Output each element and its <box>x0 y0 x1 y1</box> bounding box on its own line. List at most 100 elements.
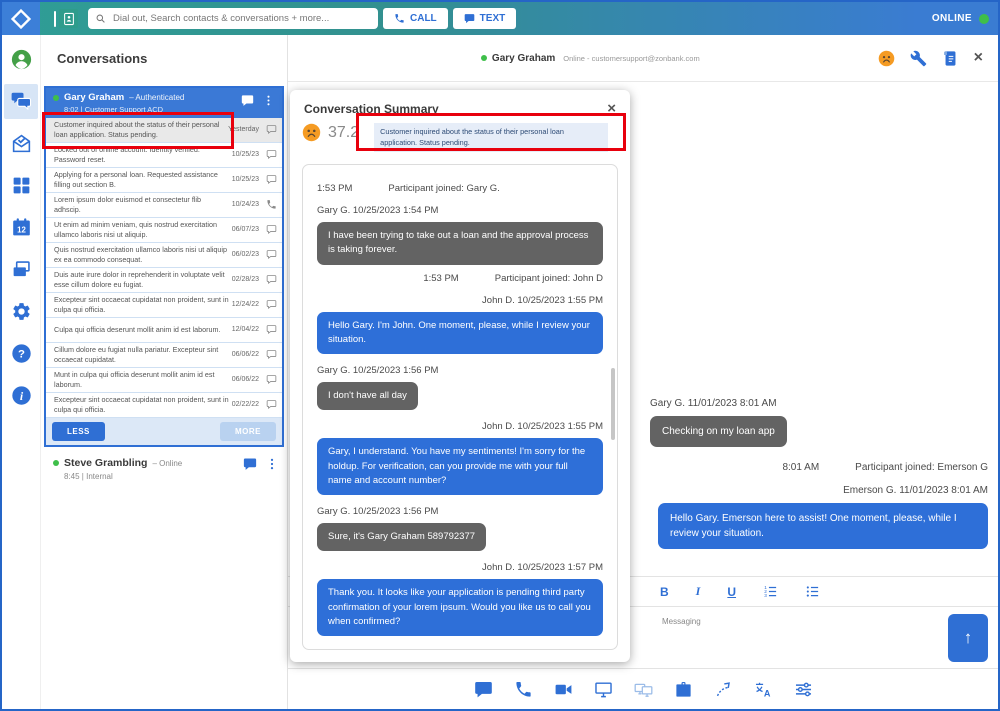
bullet-list-button[interactable] <box>805 584 820 599</box>
message-input[interactable] <box>660 615 938 660</box>
scrollbar-thumb[interactable] <box>611 368 615 440</box>
sidebar-item-info[interactable]: i <box>4 378 38 413</box>
escalate-button[interactable] <box>714 680 733 699</box>
phone-icon <box>266 199 277 210</box>
message-bubble: Hello Gary. I'm John. One moment, please… <box>317 312 603 355</box>
agent-status[interactable]: ONLINE <box>932 13 989 24</box>
conversation-list-item[interactable]: Steve Grambling – Online 8:45 | Internal <box>41 447 287 489</box>
message-row: Gary, I understand. You have my sentimen… <box>317 438 603 495</box>
message-bubble: Gary, I understand. You have my sentimen… <box>317 438 603 495</box>
contact-status: – Online <box>152 459 182 468</box>
more-options-icon[interactable] <box>265 457 279 471</box>
user-avatar-icon <box>11 49 32 70</box>
sidebar-item-help[interactable]: ? <box>4 336 38 371</box>
app-window: CALL TEXT ONLINE 12?i Conversations Gary… <box>0 0 1000 711</box>
online-status-dot <box>53 460 59 466</box>
history-item[interactable]: Applying for a personal loan. Requested … <box>46 168 282 193</box>
history-item[interactable]: Quis nostrud exercitation ullamco labori… <box>46 243 282 268</box>
conversation-meta: 8:45 | Internal <box>64 472 243 481</box>
preferences-button[interactable] <box>794 680 813 699</box>
multi-monitor-button[interactable] <box>634 680 653 699</box>
conversation-summary-panel: Conversation Summary × 37.2 Customer inq… <box>290 90 630 662</box>
history-item[interactable]: Lorem ipsum dolor euismod et consectetur… <box>46 193 282 218</box>
history-summary: Locked out of online account. Identity v… <box>54 145 232 164</box>
more-options-icon[interactable] <box>262 94 275 107</box>
ordered-list-button[interactable]: 123 <box>763 584 778 599</box>
less-button[interactable]: LESS <box>52 422 105 441</box>
active-conversation-info: Gary Graham – Authenticated 8:02 | Custo… <box>53 92 241 114</box>
sidebar-item-calendar[interactable]: 12 <box>4 210 38 245</box>
conversation-meta: 8:02 | Customer Support ACD <box>64 105 241 114</box>
chat-button[interactable] <box>474 680 493 699</box>
history-item[interactable]: Locked out of online account. Identity v… <box>46 143 282 168</box>
phone-icon <box>394 13 405 24</box>
svg-text:A: A <box>763 688 770 698</box>
history-item[interactable]: Excepteur sint occaecat cupidatat non pr… <box>46 393 282 418</box>
call-button[interactable] <box>514 680 533 699</box>
search-input[interactable] <box>111 12 371 25</box>
chat-outline-icon <box>266 299 277 310</box>
contacts-book-button[interactable] <box>59 9 78 28</box>
sentiment-emoji-icon[interactable] <box>878 50 895 67</box>
history-date: 06/06/22 <box>232 351 259 358</box>
history-summary: Ut enim ad minim veniam, quis nostrud ex… <box>54 220 232 239</box>
text-button[interactable]: TEXT <box>453 8 517 29</box>
monitor-icon <box>594 680 613 699</box>
summary-title: Conversation Summary <box>304 102 439 116</box>
message-row: Hello Gary. Emerson here to assist! One … <box>650 503 988 549</box>
history-item[interactable]: Excepteur sint occaecat cupidatat non pr… <box>46 293 282 318</box>
sidebar-item-settings[interactable] <box>4 294 38 329</box>
translate-button[interactable]: A <box>754 680 773 699</box>
message-bubble: I don't have all day <box>317 382 418 410</box>
more-button[interactable]: MORE <box>220 422 276 441</box>
sidebar-item-windows[interactable] <box>4 252 38 287</box>
call-button[interactable]: CALL <box>383 8 448 29</box>
video-button[interactable] <box>554 680 573 699</box>
history-summary: Cillum dolore eu fugiat nulla pariatur. … <box>54 345 232 364</box>
chat-contact-status: Online - customersupport@zonbank.com <box>563 54 699 63</box>
phone-icon <box>514 680 533 699</box>
contact-name: Steve Grambling <box>64 457 147 469</box>
grid-icon <box>11 175 32 196</box>
sidebar-item-profile[interactable] <box>4 42 38 77</box>
top-bar: CALL TEXT ONLINE <box>2 2 998 35</box>
bold-button[interactable]: B <box>660 585 669 599</box>
toolbox-button[interactable] <box>674 680 693 699</box>
message-bubble: Hello Gary. Emerson here to assist! One … <box>658 503 988 549</box>
chat-icon[interactable] <box>241 94 254 107</box>
close-icon[interactable]: × <box>974 50 983 66</box>
active-conversation-card: Gary Graham – Authenticated 8:02 | Custo… <box>44 86 284 447</box>
history-item[interactable]: Munt in culpa qui officia deserunt molli… <box>46 368 282 393</box>
sidebar-item-conversations[interactable] <box>4 84 38 119</box>
history-item[interactable]: Culpa qui officia deserunt mollit anim i… <box>46 318 282 343</box>
send-button[interactable]: ↑ <box>948 614 988 662</box>
chat-outline-icon <box>266 249 277 260</box>
message-sender-label: Gary G. 10/25/2023 1:56 PM <box>317 506 603 517</box>
screen-share-button[interactable] <box>594 680 613 699</box>
history-date: 02/28/23 <box>232 276 259 283</box>
sidebar-item-apps-grid[interactable] <box>4 168 38 203</box>
diamond-logo-icon <box>10 8 32 30</box>
bullet-list-icon <box>805 584 820 599</box>
summary-messages: 1:53 PMParticipant joined: Gary G.Gary G… <box>317 183 603 636</box>
message-sender-label: Gary G. 10/25/2023 1:56 PM <box>317 365 603 376</box>
history-item[interactable]: Ut enim ad minim veniam, quis nostrud ex… <box>46 218 282 243</box>
history-item[interactable]: Cillum dolore eu fugiat nulla pariatur. … <box>46 343 282 368</box>
history-summary: Culpa qui officia deserunt mollit anim i… <box>54 325 232 335</box>
chat-outline-icon <box>266 174 277 185</box>
wrench-icon[interactable] <box>910 50 927 67</box>
history-item[interactable]: Duis aute irure dolor in reprehenderit i… <box>46 268 282 293</box>
active-conversation-header[interactable]: Gary Graham – Authenticated 8:02 | Custo… <box>46 88 282 118</box>
script-icon[interactable] <box>942 50 959 67</box>
online-status-dot <box>53 95 59 101</box>
chat-icon[interactable] <box>243 457 257 471</box>
help-icon: ? <box>11 343 32 364</box>
history-item[interactable]: Customer inquired about the status of th… <box>46 118 282 143</box>
underline-button[interactable]: U <box>727 585 736 599</box>
close-icon[interactable]: × <box>607 101 616 116</box>
global-search[interactable] <box>88 8 378 29</box>
italic-button[interactable]: I <box>696 584 701 599</box>
envelope-check-icon <box>11 133 32 154</box>
message-row: I don't have all day <box>317 382 603 410</box>
sidebar-item-inbox-check[interactable] <box>4 126 38 161</box>
